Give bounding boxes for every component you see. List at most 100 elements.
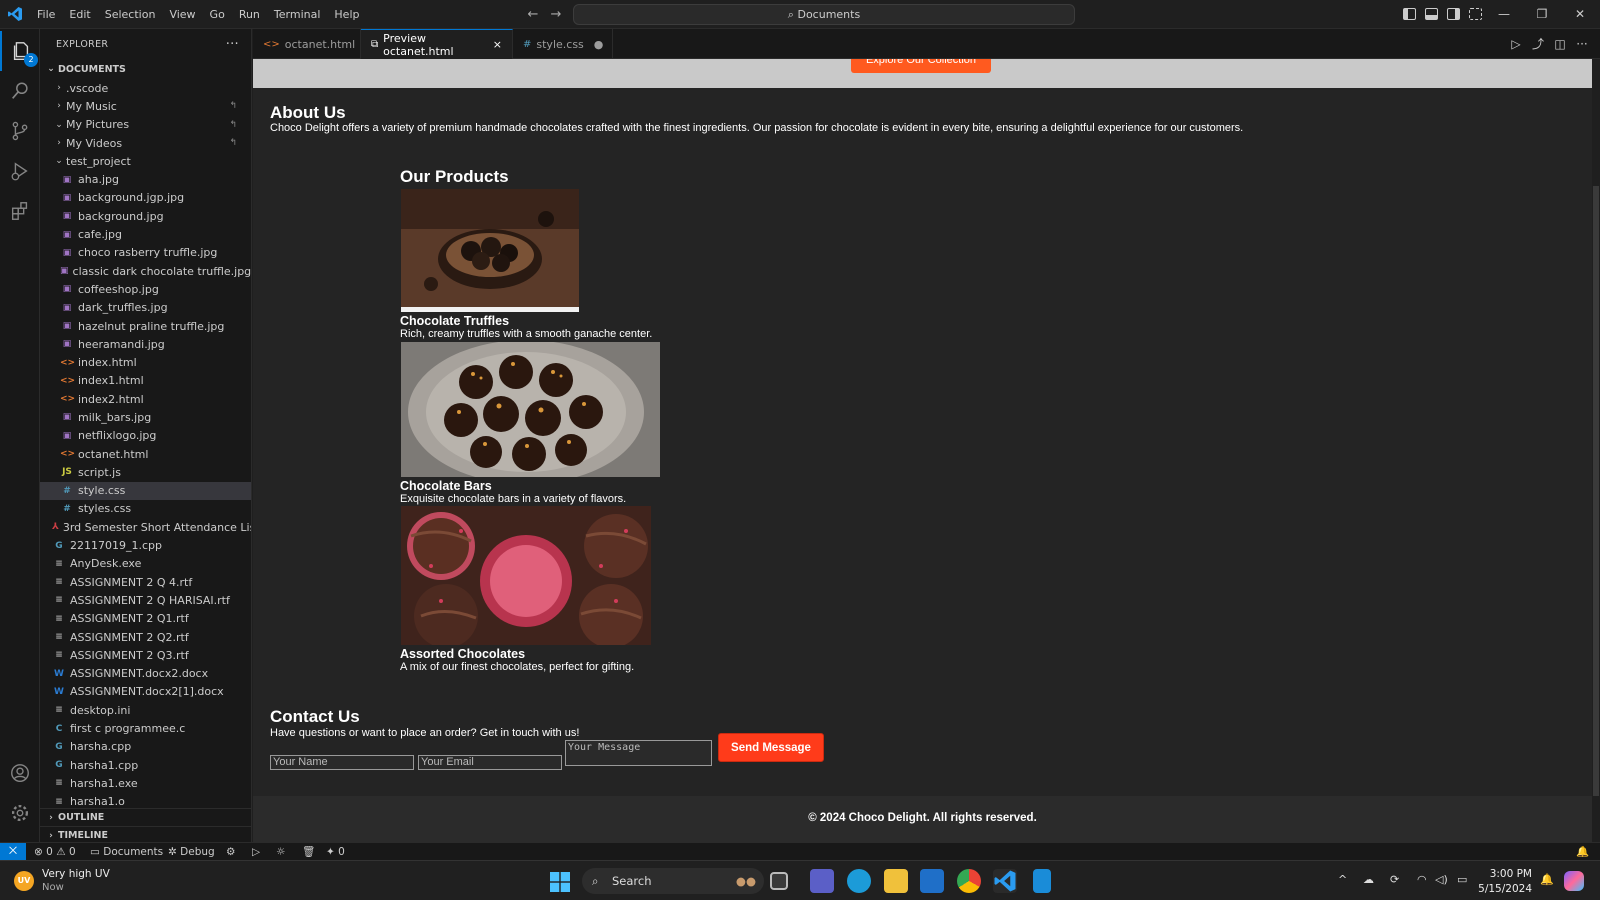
timeline-section[interactable]: › TIMELINE [40, 826, 251, 842]
battery-icon[interactable]: ▭ [1457, 873, 1467, 886]
toggle-panel-icon[interactable] [1425, 8, 1438, 20]
back-arrow-icon[interactable]: ← [524, 6, 542, 24]
problems-indicator[interactable]: ⊗ 0 ⚠ 0 [34, 843, 76, 861]
file-row[interactable]: ≡ harsha1.exe [40, 774, 251, 792]
name-field[interactable]: Your Name [270, 755, 414, 770]
forward-arrow-icon[interactable]: → [547, 6, 565, 24]
folder-row[interactable]: › My Music ↰ [40, 97, 251, 115]
menu-file[interactable]: File [30, 0, 62, 29]
folder-row[interactable]: ⌄ test_project [40, 152, 251, 170]
file-row[interactable]: ▣ background.jgp.jpg [40, 189, 251, 207]
folder-row[interactable]: ⌄ My Pictures ↰ [40, 116, 251, 134]
menu-edit[interactable]: Edit [62, 0, 97, 29]
file-row[interactable]: ⅄3rd Semester Short Attendance List f... [40, 518, 251, 536]
file-row[interactable]: G 22117019_1.cpp [40, 536, 251, 554]
source-control-icon[interactable] [0, 111, 40, 151]
debug-indicator[interactable]: ✲ Debug [168, 843, 215, 861]
explore-collection-button[interactable]: Explore Our Collection [851, 59, 991, 73]
notifications-icon[interactable]: 🔔 [1576, 843, 1589, 861]
weather-title[interactable]: Very high UV [42, 868, 110, 880]
file-row[interactable]: ▣ cafe.jpg [40, 225, 251, 243]
file-row[interactable]: ≡ desktop.ini [40, 701, 251, 719]
menu-go[interactable]: Go [203, 0, 232, 29]
menu-run[interactable]: Run [232, 0, 267, 29]
file-row[interactable]: ▣ dark_truffles.jpg [40, 299, 251, 317]
sync-icon[interactable]: ⟳ [1390, 873, 1399, 886]
edge-icon[interactable] [847, 869, 871, 893]
tab-preview-octanet[interactable]: ⧉ Preview octanet.html × [361, 29, 513, 59]
start-button-icon[interactable] [550, 872, 570, 892]
file-row[interactable]: ≡ ASSIGNMENT 2 Q 4.rtf [40, 573, 251, 591]
wifi-icon[interactable]: ◠ [1417, 873, 1427, 886]
tab-octanet-html[interactable]: <> octanet.html ● [253, 29, 375, 59]
file-row[interactable]: Cfirst c programmee.c [40, 719, 251, 737]
menu-help[interactable]: Help [327, 0, 366, 29]
file-row[interactable]: <> octanet.html [40, 445, 251, 463]
file-row[interactable]: ≡ AnyDesk.exe [40, 555, 251, 573]
message-textarea[interactable]: Your Message [565, 740, 712, 766]
more-actions-icon[interactable]: ··· [1574, 36, 1590, 52]
file-row[interactable]: <> index.html [40, 353, 251, 371]
file-row[interactable]: Gharsha.cpp [40, 738, 251, 756]
tray-chevron-icon[interactable]: ^ [1338, 873, 1347, 886]
settings-sync-icon[interactable]: ⚙ [226, 843, 235, 861]
unsaved-dot-icon[interactable]: ● [594, 38, 604, 51]
file-row[interactable]: ▣ aha.jpg [40, 170, 251, 188]
more-actions-icon[interactable]: ··· [226, 37, 239, 52]
menu-selection[interactable]: Selection [98, 0, 163, 29]
menu-view[interactable]: View [162, 0, 202, 29]
settings-gear-icon[interactable] [0, 793, 40, 833]
remote-indicator-icon[interactable]: ⨉ [0, 843, 26, 861]
toggle-secondary-sidebar-icon[interactable] [1447, 8, 1460, 20]
file-row[interactable]: # style.css [40, 481, 251, 500]
customize-layout-icon[interactable] [1469, 8, 1482, 20]
chrome-icon[interactable] [957, 869, 981, 893]
taskbar-search[interactable]: ⌕ Search ●● [582, 868, 764, 894]
email-field[interactable]: Your Email [418, 755, 562, 770]
file-row[interactable]: ≡ ASSIGNMENT 2 Q1.rtf [40, 610, 251, 628]
file-row[interactable]: ≡ ASSIGNMENT 2 Q3.rtf [40, 646, 251, 664]
file-row[interactable]: <> index1.html [40, 372, 251, 390]
send-message-button[interactable]: Send Message [718, 733, 824, 762]
file-row[interactable]: JS script.js [40, 463, 251, 481]
extensions-icon[interactable] [0, 191, 40, 231]
clock-date[interactable]: 5/15/2024 [1470, 883, 1532, 895]
file-row[interactable]: ▣ heeramandi.jpg [40, 335, 251, 353]
toggle-sidebar-icon[interactable] [1403, 8, 1416, 20]
vscode-taskbar-icon[interactable] [993, 869, 1017, 893]
file-row[interactable]: ▣ coffeeshop.jpg [40, 280, 251, 298]
file-row[interactable]: W ASSIGNMENT.docx2[1].docx [40, 683, 251, 701]
task-view-icon[interactable] [770, 872, 788, 890]
file-row[interactable]: ▣ choco rasberry truffle.jpg [40, 244, 251, 262]
file-row[interactable]: ▣ hazelnut praline truffle.jpg [40, 317, 251, 335]
search-view-icon[interactable] [0, 71, 40, 111]
file-row[interactable]: W ASSIGNMENT.docx2.docx [40, 665, 251, 683]
scrollbar-thumb[interactable] [1593, 186, 1599, 796]
file-explorer-icon[interactable] [884, 869, 908, 893]
close-tab-icon[interactable]: × [493, 38, 502, 51]
ports-indicator[interactable]: ✦ 0 [326, 843, 345, 861]
folder-row[interactable]: › My Videos ↰ [40, 134, 251, 152]
play-icon[interactable]: ▷ [252, 843, 260, 861]
onedrive-icon[interactable]: ☁ [1363, 873, 1374, 886]
split-editor-icon[interactable]: ◫ [1552, 36, 1568, 52]
ms-store-icon[interactable] [920, 869, 944, 893]
bug-icon[interactable]: ☼ [276, 843, 285, 861]
notification-bell-icon[interactable]: 🔔 [1540, 873, 1554, 886]
minimize-icon[interactable]: — [1485, 0, 1523, 29]
weather-icon[interactable]: UV [14, 871, 34, 891]
file-row[interactable]: ▣ milk_bars.jpg [40, 408, 251, 426]
file-row[interactable]: ▣ background.jpg [40, 207, 251, 225]
notepad-icon[interactable] [1033, 869, 1051, 893]
run-icon[interactable]: ▷ [1508, 36, 1524, 52]
clock-time[interactable]: 3:00 PM [1478, 868, 1532, 880]
file-row[interactable]: ▣ classic dark chocolate truffle.jpg [40, 262, 251, 280]
file-row[interactable]: <> index2.html [40, 390, 251, 408]
file-row[interactable]: # styles.css [40, 500, 251, 518]
close-window-icon[interactable]: ✕ [1561, 0, 1599, 29]
trash-icon[interactable]: 🗑 [302, 843, 315, 861]
tab-style-css[interactable]: # style.css ● [513, 29, 613, 59]
copilot-icon[interactable] [1564, 871, 1584, 891]
workspace-indicator[interactable]: ▭ Documents [90, 843, 163, 861]
file-row[interactable]: ≡ ASSIGNMENT 2 Q HARISAI.rtf [40, 591, 251, 609]
